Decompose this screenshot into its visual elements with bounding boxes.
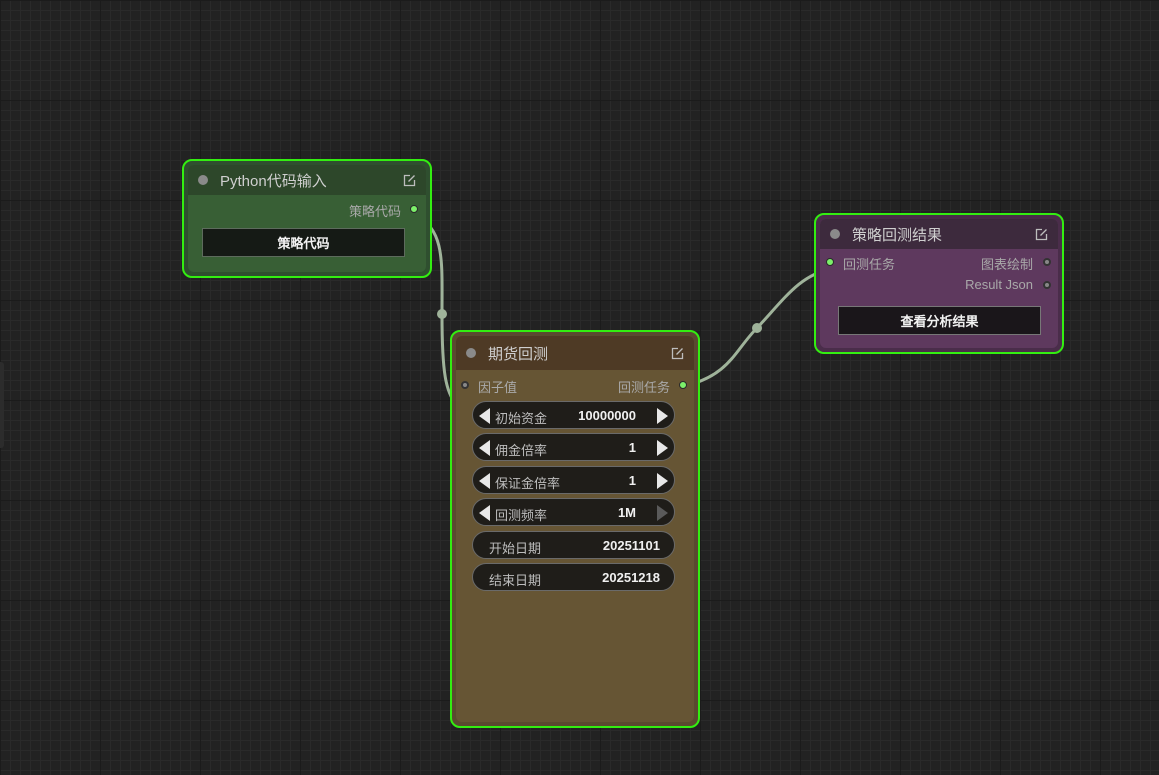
node-title: 策略回测结果 (852, 226, 943, 244)
widget-label: 佣金倍率 (495, 443, 548, 458)
widget-commission-multiplier[interactable]: 佣金倍率 1 (472, 433, 675, 461)
decrement-arrow-icon[interactable] (479, 408, 490, 424)
node-title-bar[interactable]: 策略回测结果 (820, 219, 1058, 249)
widget-value: 20251101 (602, 538, 660, 553)
node-title: 期货回测 (488, 345, 549, 363)
node-title-bar[interactable]: 期货回测 (456, 336, 694, 370)
previous-option-arrow-icon[interactable] (479, 505, 490, 521)
edit-icon[interactable] (402, 173, 416, 187)
widget-value: 1 (628, 440, 636, 455)
io-slot-row: 因子值 回测任务 (456, 374, 694, 396)
widget-value: 10000000 (578, 408, 636, 423)
widget-initial-capital[interactable]: 初始资金 10000000 (472, 401, 675, 429)
node-body: 策略回测结果 回测任务 图表绘制 Result Json 查看分析结果 (820, 219, 1058, 348)
node-title: Python代码输入 (220, 172, 327, 190)
output-slot-result-json[interactable]: Result Json (820, 274, 1058, 296)
node-title-bar[interactable]: Python代码输入 (188, 165, 426, 195)
widget-value: 1 (628, 473, 636, 488)
node-body: 期货回测 因子值 回测任务 初始资金 10000000 佣金倍率 1 保证金倍率… (456, 336, 694, 722)
output-slot-label: 图表绘制 (980, 257, 1033, 272)
input-connector-dot[interactable] (826, 258, 834, 266)
collapse-dot-icon[interactable] (466, 348, 476, 358)
input-slot-label: 回测任务 (843, 257, 896, 272)
io-slot-row: 回测任务 图表绘制 (820, 251, 1058, 273)
next-option-arrow-icon[interactable] (657, 505, 668, 521)
node-python-code-input[interactable]: Python代码输入 策略代码 策略代码 (182, 159, 432, 278)
link-center-strategy-code[interactable] (437, 309, 447, 319)
output-slot-label: Result Json (965, 277, 1033, 292)
edit-icon[interactable] (1034, 227, 1048, 241)
widget-end-date[interactable]: 结束日期 20251218 (472, 563, 675, 591)
widget-value: 20251218 (602, 570, 660, 585)
node-strategy-backtest-result[interactable]: 策略回测结果 回测任务 图表绘制 Result Json 查看分析结果 (814, 213, 1064, 354)
collapse-dot-icon[interactable] (830, 229, 840, 239)
widget-label: 结束日期 (489, 573, 542, 588)
node-body: Python代码输入 策略代码 策略代码 (188, 165, 426, 272)
output-slot-label: 回测任务 (617, 380, 670, 395)
widget-label: 保证金倍率 (495, 476, 561, 491)
decrement-arrow-icon[interactable] (479, 473, 490, 489)
widget-value: 1M (617, 505, 636, 520)
output-slot-strategy-code[interactable]: 策略代码 (188, 198, 426, 220)
decrement-arrow-icon[interactable] (479, 440, 490, 456)
node-futures-backtest[interactable]: 期货回测 因子值 回测任务 初始资金 10000000 佣金倍率 1 保证金倍率… (450, 330, 700, 728)
link-center-backtest-task[interactable] (752, 323, 762, 333)
widget-start-date[interactable]: 开始日期 20251101 (472, 531, 675, 559)
widget-label: 开始日期 (489, 541, 542, 556)
increment-arrow-icon[interactable] (657, 408, 668, 424)
edit-icon[interactable] (670, 346, 684, 360)
widget-backtest-frequency[interactable]: 回测频率 1M (472, 498, 675, 526)
input-connector-dot[interactable] (461, 381, 469, 389)
output-connector-dot[interactable] (1043, 258, 1051, 266)
increment-arrow-icon[interactable] (657, 473, 668, 489)
output-connector-dot[interactable] (410, 205, 418, 213)
increment-arrow-icon[interactable] (657, 440, 668, 456)
widget-label: 回测频率 (495, 508, 548, 523)
widget-margin-multiplier[interactable]: 保证金倍率 1 (472, 466, 675, 494)
input-slot-label: 因子值 (478, 380, 518, 395)
output-connector-dot[interactable] (1043, 281, 1051, 289)
output-connector-dot[interactable] (679, 381, 687, 389)
graph-canvas[interactable]: Python代码输入 策略代码 策略代码 期货回测 因子值 回测任务 初始资金 … (0, 0, 1159, 775)
strategy-code-button[interactable]: 策略代码 (202, 228, 405, 257)
collapse-dot-icon[interactable] (198, 175, 208, 185)
widget-label: 初始资金 (495, 411, 548, 426)
view-analysis-result-button[interactable]: 查看分析结果 (838, 306, 1041, 335)
output-slot-label: 策略代码 (348, 204, 401, 219)
